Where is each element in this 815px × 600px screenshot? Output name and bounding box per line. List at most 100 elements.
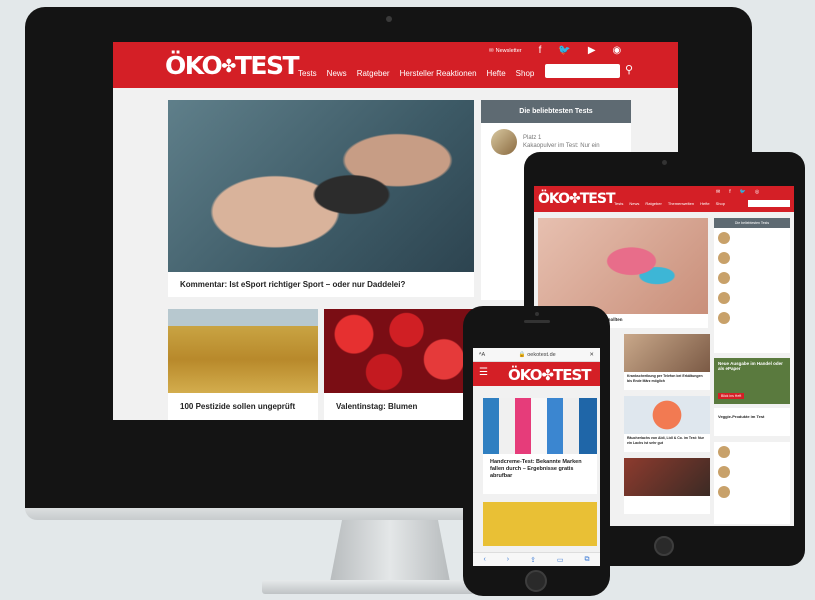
test-thumbnail — [718, 252, 730, 264]
newsletter-icon[interactable]: ✉ — [716, 189, 720, 195]
popular-tests-title: Die beliebtesten Tests — [481, 100, 631, 123]
nav-hefte[interactable]: Hefte — [487, 69, 506, 78]
tablet-logo[interactable]: ÖKO✤TEST — [538, 191, 615, 207]
test-thumbnail — [718, 232, 730, 244]
browser-toolbar: ‹ › ⇪ ▭ ⧉ — [473, 552, 600, 566]
nav-tests[interactable]: Tests — [298, 69, 317, 78]
phone-camera — [535, 312, 539, 316]
facebook-icon[interactable]: f — [539, 45, 542, 56]
card-headline[interactable]: Krankschreibung per Telefon bei Erkältun… — [624, 372, 710, 385]
twitter-icon[interactable]: 🐦 — [558, 45, 570, 56]
url-field[interactable]: 🔒 oekotest.de — [519, 352, 556, 358]
nav-shop[interactable]: Shop — [516, 69, 535, 78]
epaper-ad[interactable]: Neue Ausgabe im Handel oder als ePaper B… — [714, 358, 790, 404]
rss-icon[interactable]: ◉ — [613, 45, 622, 56]
list-item[interactable] — [714, 462, 790, 482]
article-card[interactable]: Krankschreibung per Telefon bei Erkältun… — [624, 334, 710, 390]
nav-themenwelten[interactable]: Themenwelten — [668, 201, 694, 206]
nav-shop[interactable]: Shop — [716, 201, 725, 206]
share-icon[interactable]: ⇪ — [530, 556, 536, 564]
tablet-social-links: ✉ f 🐦 ◎ — [716, 189, 759, 195]
phone-article-card[interactable]: Handcreme-Test: Bekannte Marken fallen d… — [483, 398, 597, 494]
tablet-popular-title: Die beliebtesten Tests — [714, 218, 790, 228]
card-headline[interactable]: 100 Pestizide sollen ungeprüft — [168, 393, 318, 420]
veggie-teaser[interactable]: Veggie-Produkte im Test — [714, 408, 790, 436]
nav-tests[interactable]: Tests — [614, 201, 623, 206]
phone-device: ᴬA 🔒 oekotest.de ✕ ☰ ÖKO✤TEST Handcreme-… — [463, 306, 610, 596]
tablet-article-grid: Krankschreibung per Telefon bei Erkältun… — [624, 334, 710, 524]
nav-news[interactable]: News — [327, 69, 347, 78]
card-headline[interactable] — [624, 496, 710, 500]
phone-header: ☰ ÖKO✤TEST — [473, 362, 600, 386]
tablet-nav: Tests News Ratgeber Themenwelten Hefte S… — [614, 201, 725, 206]
site-logo[interactable]: ÖKO✤TEST — [165, 51, 300, 80]
facebook-icon[interactable]: f — [729, 189, 730, 195]
phone-home-button[interactable] — [525, 570, 547, 592]
field-image — [168, 309, 318, 393]
nav-hersteller-reaktionen[interactable]: Hersteller Reaktionen — [400, 69, 477, 78]
phone-card-headline[interactable]: Handcreme-Test: Bekannte Marken fallen d… — [483, 454, 597, 485]
tablet-popular-tests: Die beliebtesten Tests — [714, 218, 790, 353]
article-image — [624, 458, 710, 496]
phone-speaker — [524, 320, 550, 323]
youtube-icon[interactable]: ▶ — [588, 45, 596, 56]
test-thumbnail — [718, 292, 730, 304]
search-icon[interactable]: ⚲ — [625, 63, 633, 76]
forward-icon[interactable]: › — [507, 556, 509, 563]
article-card[interactable] — [624, 458, 710, 514]
nav-ratgeber[interactable]: Ratgeber — [645, 201, 661, 206]
popular-test-item[interactable] — [714, 248, 790, 268]
card-headline[interactable]: Räucherlachs von Aldi, Lidl & Co. im Tes… — [624, 434, 710, 447]
test-thumbnail — [718, 272, 730, 284]
item-thumbnail — [718, 486, 730, 498]
tabs-icon[interactable]: ⧉ — [584, 556, 589, 564]
tablet-secondary-list — [714, 442, 790, 524]
article-card[interactable]: 100 Pestizide sollen ungeprüft — [168, 309, 318, 420]
browser-address-bar[interactable]: ᴬA 🔒 oekotest.de ✕ — [473, 348, 600, 362]
nav-ratgeber[interactable]: Ratgeber — [357, 69, 390, 78]
back-icon[interactable]: ‹ — [483, 556, 485, 563]
nav-hefte[interactable]: Hefte — [700, 201, 710, 206]
text-size-icon[interactable]: ᴬA — [479, 352, 485, 358]
instagram-icon[interactable]: ◎ — [755, 189, 759, 195]
webcam — [386, 16, 392, 22]
test-thumbnail — [491, 129, 517, 155]
card-headline[interactable]: Valentinstag: Blumen — [324, 393, 474, 420]
article-image — [624, 334, 710, 372]
item-thumbnail — [718, 446, 730, 458]
ad-text: Neue Ausgabe im Handel oder als ePaper — [718, 361, 783, 372]
twitter-icon[interactable]: 🐦 — [740, 189, 746, 195]
tablet-search-input[interactable] — [748, 200, 790, 207]
newsletter-link[interactable]: ✉ Newsletter — [489, 48, 522, 54]
tablet-header: ÖKO✤TEST ✉ f 🐦 ◎ Tests News Ratgeber The… — [534, 186, 794, 212]
gamepad-image — [168, 100, 474, 272]
hamburger-menu-icon[interactable]: ☰ — [479, 368, 488, 378]
hero-article[interactable]: Kommentar: Ist eSport richtiger Sport – … — [168, 100, 474, 297]
test-thumbnail — [718, 312, 730, 324]
article-card[interactable]: Räucherlachs von Aldi, Lidl & Co. im Tes… — [624, 396, 710, 452]
list-item[interactable] — [714, 442, 790, 462]
popular-test-item[interactable] — [714, 268, 790, 288]
ad-cta-button[interactable]: Blick ins Heft — [718, 393, 745, 399]
popular-test-item[interactable] — [714, 288, 790, 308]
tongue-cleaner-image — [538, 218, 708, 314]
popular-test-item[interactable] — [714, 308, 790, 328]
popular-test-item[interactable] — [714, 228, 790, 248]
hero-headline[interactable]: Kommentar: Ist eSport richtiger Sport – … — [168, 272, 474, 297]
social-links: ✉ Newsletter f 🐦 ▶ ◉ — [489, 45, 621, 56]
phone-article-card[interactable] — [483, 502, 597, 546]
close-icon[interactable]: ✕ — [589, 352, 594, 358]
salmon-image — [624, 396, 710, 434]
test-title: Kakaopulver im Test: Nur ein — [523, 143, 600, 149]
monitor-stand — [330, 520, 450, 582]
search-input[interactable] — [545, 64, 620, 78]
phone-logo[interactable]: ÖKO✤TEST — [508, 366, 592, 384]
nav-news[interactable]: News — [629, 201, 639, 206]
tablet-home-button[interactable] — [654, 536, 674, 556]
main-nav: Tests News Ratgeber Hersteller Reaktione… — [298, 69, 534, 78]
handcream-image — [483, 398, 597, 454]
list-item[interactable] — [714, 482, 790, 502]
article-card[interactable]: Valentinstag: Blumen — [324, 309, 474, 420]
bookmarks-icon[interactable]: ▭ — [557, 556, 564, 564]
item-thumbnail — [718, 466, 730, 478]
